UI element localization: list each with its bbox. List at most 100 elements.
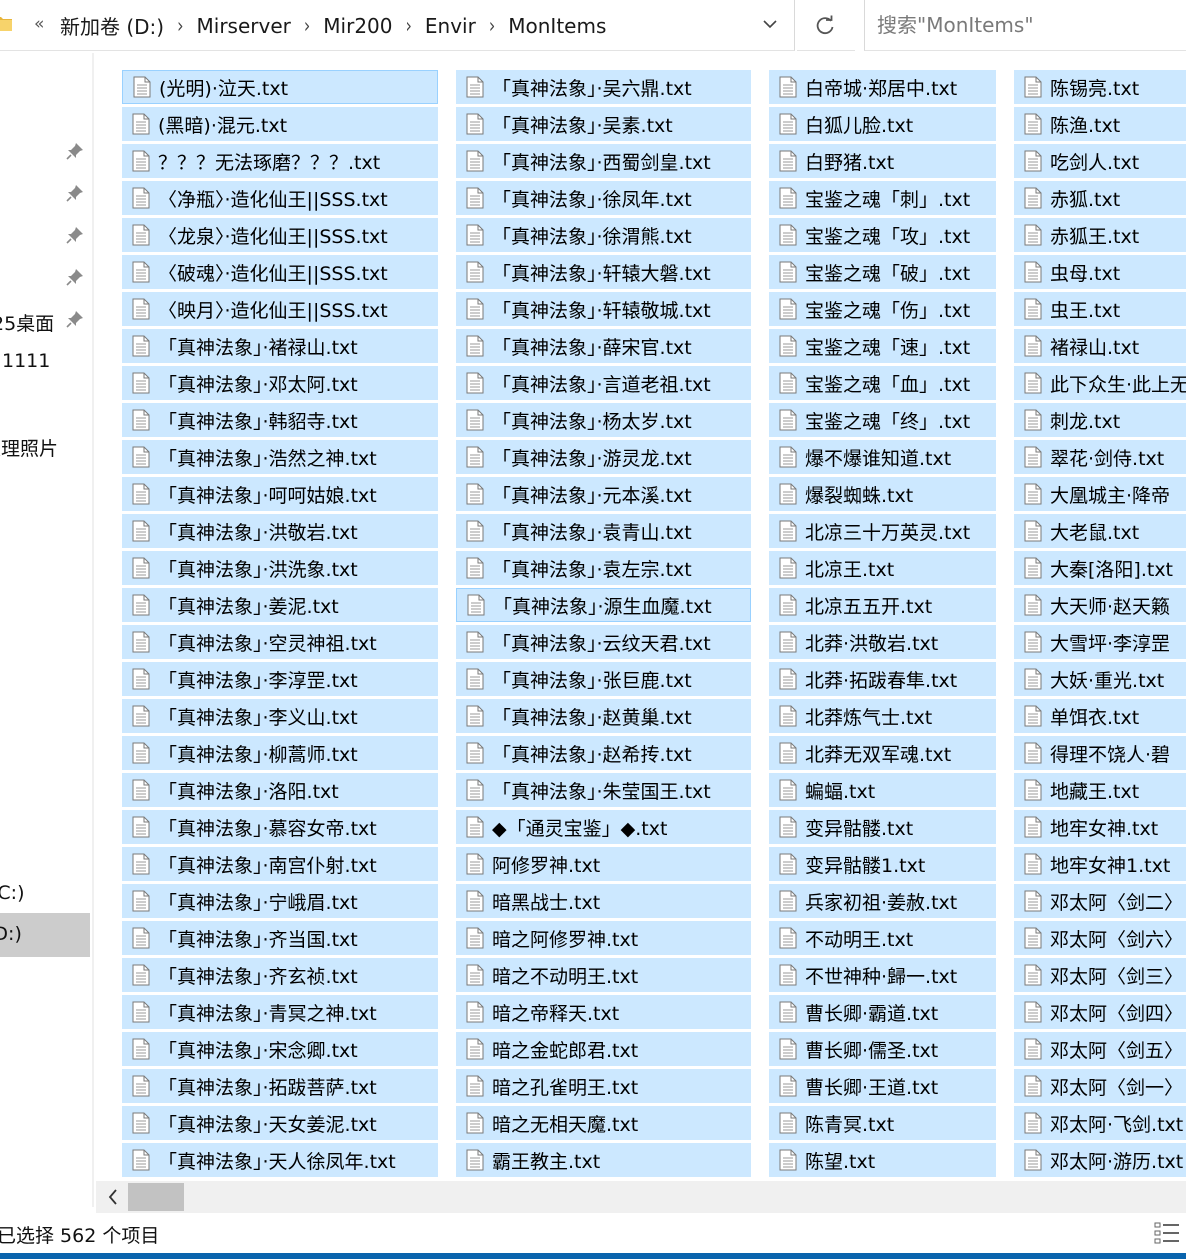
file-item[interactable]: 北莽炼气士.txt bbox=[769, 699, 996, 733]
file-item[interactable]: 不世神种·歸一.txt bbox=[769, 958, 996, 992]
file-item[interactable]: 「真神法象」·源生血魔.txt bbox=[456, 588, 751, 622]
file-item[interactable]: 大凰城主·降帝 bbox=[1014, 477, 1186, 511]
file-item[interactable]: 「真神法象」·西蜀剑皇.txt bbox=[456, 144, 751, 178]
refresh-button[interactable] bbox=[797, 0, 855, 51]
search-box[interactable] bbox=[864, 0, 1186, 51]
file-item[interactable]: 得理不饶人·碧 bbox=[1014, 736, 1186, 770]
file-item[interactable]: 刺龙.txt bbox=[1014, 403, 1186, 437]
file-item[interactable]: 邓太阿〈剑一〉 bbox=[1014, 1069, 1186, 1103]
file-item[interactable]: 大妖·重光.txt bbox=[1014, 662, 1186, 696]
pin-icon[interactable] bbox=[66, 184, 84, 202]
file-item[interactable]: 「真神法象」·元本溪.txt bbox=[456, 477, 751, 511]
file-item[interactable]: 邓太阿·飞剑.txt bbox=[1014, 1106, 1186, 1140]
file-item[interactable]: 宝鉴之魂「刺」.txt bbox=[769, 181, 996, 215]
file-item[interactable]: (黑暗)·混元.txt bbox=[122, 107, 438, 141]
file-item[interactable]: 「真神法象」·天女姜泥.txt bbox=[122, 1106, 438, 1140]
file-item[interactable]: 兵家初祖·姜赦.txt bbox=[769, 884, 996, 918]
file-item[interactable]: 曹长卿·王道.txt bbox=[769, 1069, 996, 1103]
file-item[interactable]: 暗之无相天魔.txt bbox=[456, 1106, 751, 1140]
file-item[interactable]: 邓太阿〈剑四〉 bbox=[1014, 995, 1186, 1029]
file-list[interactable]: (光明)·泣天.txt (黑暗)·混元.txt ？？？无法琢磨？？？.txt 〈净瓶〉… bbox=[94, 53, 1186, 1181]
file-item[interactable]: 暗黑战士.txt bbox=[456, 884, 751, 918]
file-item[interactable]: 「真神法象」·宁峨眉.txt bbox=[122, 884, 438, 918]
file-item[interactable]: 「真神法象」·吴六鼎.txt bbox=[456, 70, 751, 104]
nav-item-drive-c[interactable]: (C:) bbox=[0, 882, 25, 904]
file-item[interactable]: 「真神法象」·韩貂寺.txt bbox=[122, 403, 438, 437]
file-item[interactable]: 「真神法象」·薛宋官.txt bbox=[456, 329, 751, 363]
file-item[interactable]: 赤狐.txt bbox=[1014, 181, 1186, 215]
file-item[interactable]: 吃剑人.txt bbox=[1014, 144, 1186, 178]
file-item[interactable]: 「真神法象」·慕容女帝.txt bbox=[122, 810, 438, 844]
file-item[interactable]: 「真神法象」·游灵龙.txt bbox=[456, 440, 751, 474]
file-item[interactable]: 北莽·洪敬岩.txt bbox=[769, 625, 996, 659]
file-item[interactable]: 单饵衣.txt bbox=[1014, 699, 1186, 733]
file-item[interactable]: 赤狐王.txt bbox=[1014, 218, 1186, 252]
file-item[interactable]: 北莽·拓跋春隼.txt bbox=[769, 662, 996, 696]
file-item[interactable]: 北凉王.txt bbox=[769, 551, 996, 585]
nav-item-selected[interactable]: (D:) bbox=[0, 913, 90, 957]
file-item[interactable]: 白帝城·郑居中.txt bbox=[769, 70, 996, 104]
file-item[interactable]: 「真神法象」·言道老祖.txt bbox=[456, 366, 751, 400]
file-item[interactable]: 此下众生·此上无 bbox=[1014, 366, 1186, 400]
file-item[interactable]: 暗之帝释天.txt bbox=[456, 995, 751, 1029]
file-item[interactable]: 「真神法象」·徐渭熊.txt bbox=[456, 218, 751, 252]
breadcrumb-monitems[interactable]: MonItems bbox=[506, 14, 608, 38]
file-item[interactable]: 爆裂蜘蛛.txt bbox=[769, 477, 996, 511]
file-item[interactable]: 「真神法象」·赵希抟.txt bbox=[456, 736, 751, 770]
file-item[interactable]: 翠花·剑侍.txt bbox=[1014, 440, 1186, 474]
file-item[interactable]: 「真神法象」·浩然之神.txt bbox=[122, 440, 438, 474]
file-item[interactable]: 暗之孔雀明王.txt bbox=[456, 1069, 751, 1103]
file-item[interactable]: 白狐儿脸.txt bbox=[769, 107, 996, 141]
file-item[interactable]: 暗之不动明王.txt bbox=[456, 958, 751, 992]
pin-icon[interactable] bbox=[66, 268, 84, 286]
file-item[interactable]: 〈映月〉·造化仙王||SSS.txt bbox=[122, 292, 438, 326]
file-item[interactable]: 北凉五五开.txt bbox=[769, 588, 996, 622]
file-item[interactable]: 「真神法象」·青冥之神.txt bbox=[122, 995, 438, 1029]
nav-item-drive-d[interactable]: (D:) bbox=[0, 923, 22, 945]
file-item[interactable]: 「真神法象」·褚禄山.txt bbox=[122, 329, 438, 363]
file-item[interactable]: 「真神法象」·呵呵姑娘.txt bbox=[122, 477, 438, 511]
file-item[interactable]: 宝鉴之魂「攻」.txt bbox=[769, 218, 996, 252]
chevron-down-icon[interactable] bbox=[762, 16, 778, 32]
file-item[interactable]: 「真神法象」·杨太岁.txt bbox=[456, 403, 751, 437]
breadcrumb-mir200[interactable]: Mir200 bbox=[321, 14, 394, 38]
nav-item-1111[interactable]: 1111 bbox=[2, 350, 50, 372]
file-item[interactable]: 地牢女神1.txt bbox=[1014, 847, 1186, 881]
file-item[interactable]: 「真神法象」·轩辕敬城.txt bbox=[456, 292, 751, 326]
file-item[interactable]: 「真神法象」·李淳罡.txt bbox=[122, 662, 438, 696]
file-item[interactable]: 「真神法象」·袁青山.txt bbox=[456, 514, 751, 548]
file-item[interactable]: 「真神法象」·空灵神祖.txt bbox=[122, 625, 438, 659]
file-item[interactable]: 「真神法象」·袁左宗.txt bbox=[456, 551, 751, 585]
file-item[interactable]: ？？？无法琢磨？？？.txt bbox=[122, 144, 438, 178]
file-item[interactable]: 曹长卿·霸道.txt bbox=[769, 995, 996, 1029]
file-item[interactable]: 「真神法象」·徐凤年.txt bbox=[456, 181, 751, 215]
chevron-right-icon[interactable]: › bbox=[406, 13, 412, 38]
file-item[interactable]: (光明)·泣天.txt bbox=[122, 70, 438, 104]
file-item[interactable]: 北莽无双军魂.txt bbox=[769, 736, 996, 770]
pin-icon[interactable] bbox=[66, 310, 84, 328]
file-item[interactable]: 「真神法象」·朱莹国王.txt bbox=[456, 773, 751, 807]
nav-item-desktop[interactable]: 25桌面 bbox=[0, 309, 62, 336]
file-item[interactable]: 大天师·赵天籁 bbox=[1014, 588, 1186, 622]
nav-item-photos[interactable]: 处理照片 bbox=[0, 434, 58, 461]
chevron-right-icon[interactable]: › bbox=[304, 13, 310, 38]
file-item[interactable]: ◆「通灵宝鉴」◆.txt bbox=[456, 810, 751, 844]
file-item[interactable]: 大雪坪·李淳罡 bbox=[1014, 625, 1186, 659]
pin-icon[interactable] bbox=[66, 142, 84, 160]
file-item[interactable]: 霸王教主.txt bbox=[456, 1143, 751, 1177]
scroll-left-icon[interactable] bbox=[108, 1188, 118, 1206]
file-item[interactable]: 〈龙泉〉·造化仙王||SSS.txt bbox=[122, 218, 438, 252]
file-item[interactable]: 邓太阿〈剑六〉 bbox=[1014, 921, 1186, 955]
file-item[interactable]: 白野猪.txt bbox=[769, 144, 996, 178]
file-item[interactable]: 虫王.txt bbox=[1014, 292, 1186, 326]
file-item[interactable]: 「真神法象」·轩辕大磐.txt bbox=[456, 255, 751, 289]
details-view-icon[interactable] bbox=[1154, 1221, 1180, 1245]
file-item[interactable]: 陈青冥.txt bbox=[769, 1106, 996, 1140]
chevron-right-icon[interactable]: › bbox=[489, 13, 495, 38]
file-item[interactable]: 宝鉴之魂「速」.txt bbox=[769, 329, 996, 363]
file-item[interactable]: 阿修罗神.txt bbox=[456, 847, 751, 881]
search-input[interactable] bbox=[865, 0, 1186, 50]
file-item[interactable]: 宝鉴之魂「血」.txt bbox=[769, 366, 996, 400]
file-item[interactable]: 大秦[洛阳].txt bbox=[1014, 551, 1186, 585]
file-item[interactable]: 「真神法象」·宋念卿.txt bbox=[122, 1032, 438, 1066]
